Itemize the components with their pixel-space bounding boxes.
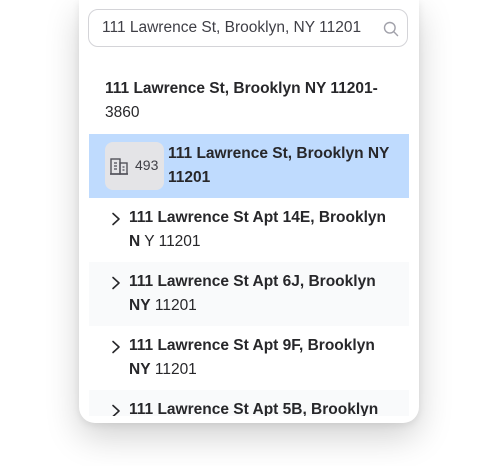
address-autocomplete-panel: 111 Lawrence St, Brooklyn NY 11201-3860 … <box>79 0 419 423</box>
suggestion-label-rest: 11201 <box>150 297 197 314</box>
suggestion-label-bold: 111 Lawrence St, Brooklyn NY 11201 <box>168 145 390 186</box>
unit-count-badge: 493 <box>105 142 164 190</box>
suggestion-label: 111 Lawrence St Apt 9F, Brooklyn NY 1120… <box>129 334 399 382</box>
search-box[interactable] <box>88 9 408 47</box>
suggestion-label: 111 Lawrence St, Brooklyn NY 11201 <box>168 142 398 190</box>
suggestion-item[interactable]: 111 Lawrence St Apt 5B, Brooklyn <box>89 390 409 416</box>
suggestion-label: 111 Lawrence St Apt 5B, Brooklyn <box>129 398 399 416</box>
chevron-right-icon[interactable] <box>111 212 121 226</box>
unit-count: 493 <box>135 157 159 173</box>
suggestion-item-selected[interactable]: 493 111 Lawrence St, Brooklyn NY 11201 <box>89 134 409 198</box>
suggestion-header-item[interactable]: 111 Lawrence St, Brooklyn NY 11201- 3860 <box>89 77 409 125</box>
suggestion-header-bold: 111 Lawrence St, Brooklyn NY 11201- <box>105 80 378 97</box>
search-input[interactable] <box>89 10 379 46</box>
suggestion-label-rest: 11201 <box>150 361 197 378</box>
suggestion-label: 111 Lawrence St Apt 14E, Brooklyn N Y 11… <box>129 206 399 254</box>
suggestion-label: 111 Lawrence St Apt 6J, Brooklyn NY 1120… <box>129 270 399 318</box>
suggestion-item[interactable]: 111 Lawrence St Apt 6J, Brooklyn NY 1120… <box>89 262 409 326</box>
suggestion-label-rest: Y 11201 <box>140 233 201 250</box>
suggestion-item[interactable]: 111 Lawrence St Apt 14E, Brooklyn N Y 11… <box>89 198 409 262</box>
suggestion-item[interactable]: 111 Lawrence St Apt 9F, Brooklyn NY 1120… <box>89 326 409 390</box>
chevron-right-icon[interactable] <box>111 340 121 354</box>
chevron-right-icon[interactable] <box>111 404 121 416</box>
search-icon[interactable] <box>383 21 399 37</box>
suggestion-label-bold: 111 Lawrence St Apt 5B, Brooklyn <box>129 401 379 416</box>
suggestion-list: 111 Lawrence St, Brooklyn NY 11201-3860 … <box>89 60 409 416</box>
chevron-right-icon[interactable] <box>111 276 121 290</box>
suggestion-header-rest: 3860 <box>105 104 140 121</box>
building-icon <box>110 158 128 175</box>
